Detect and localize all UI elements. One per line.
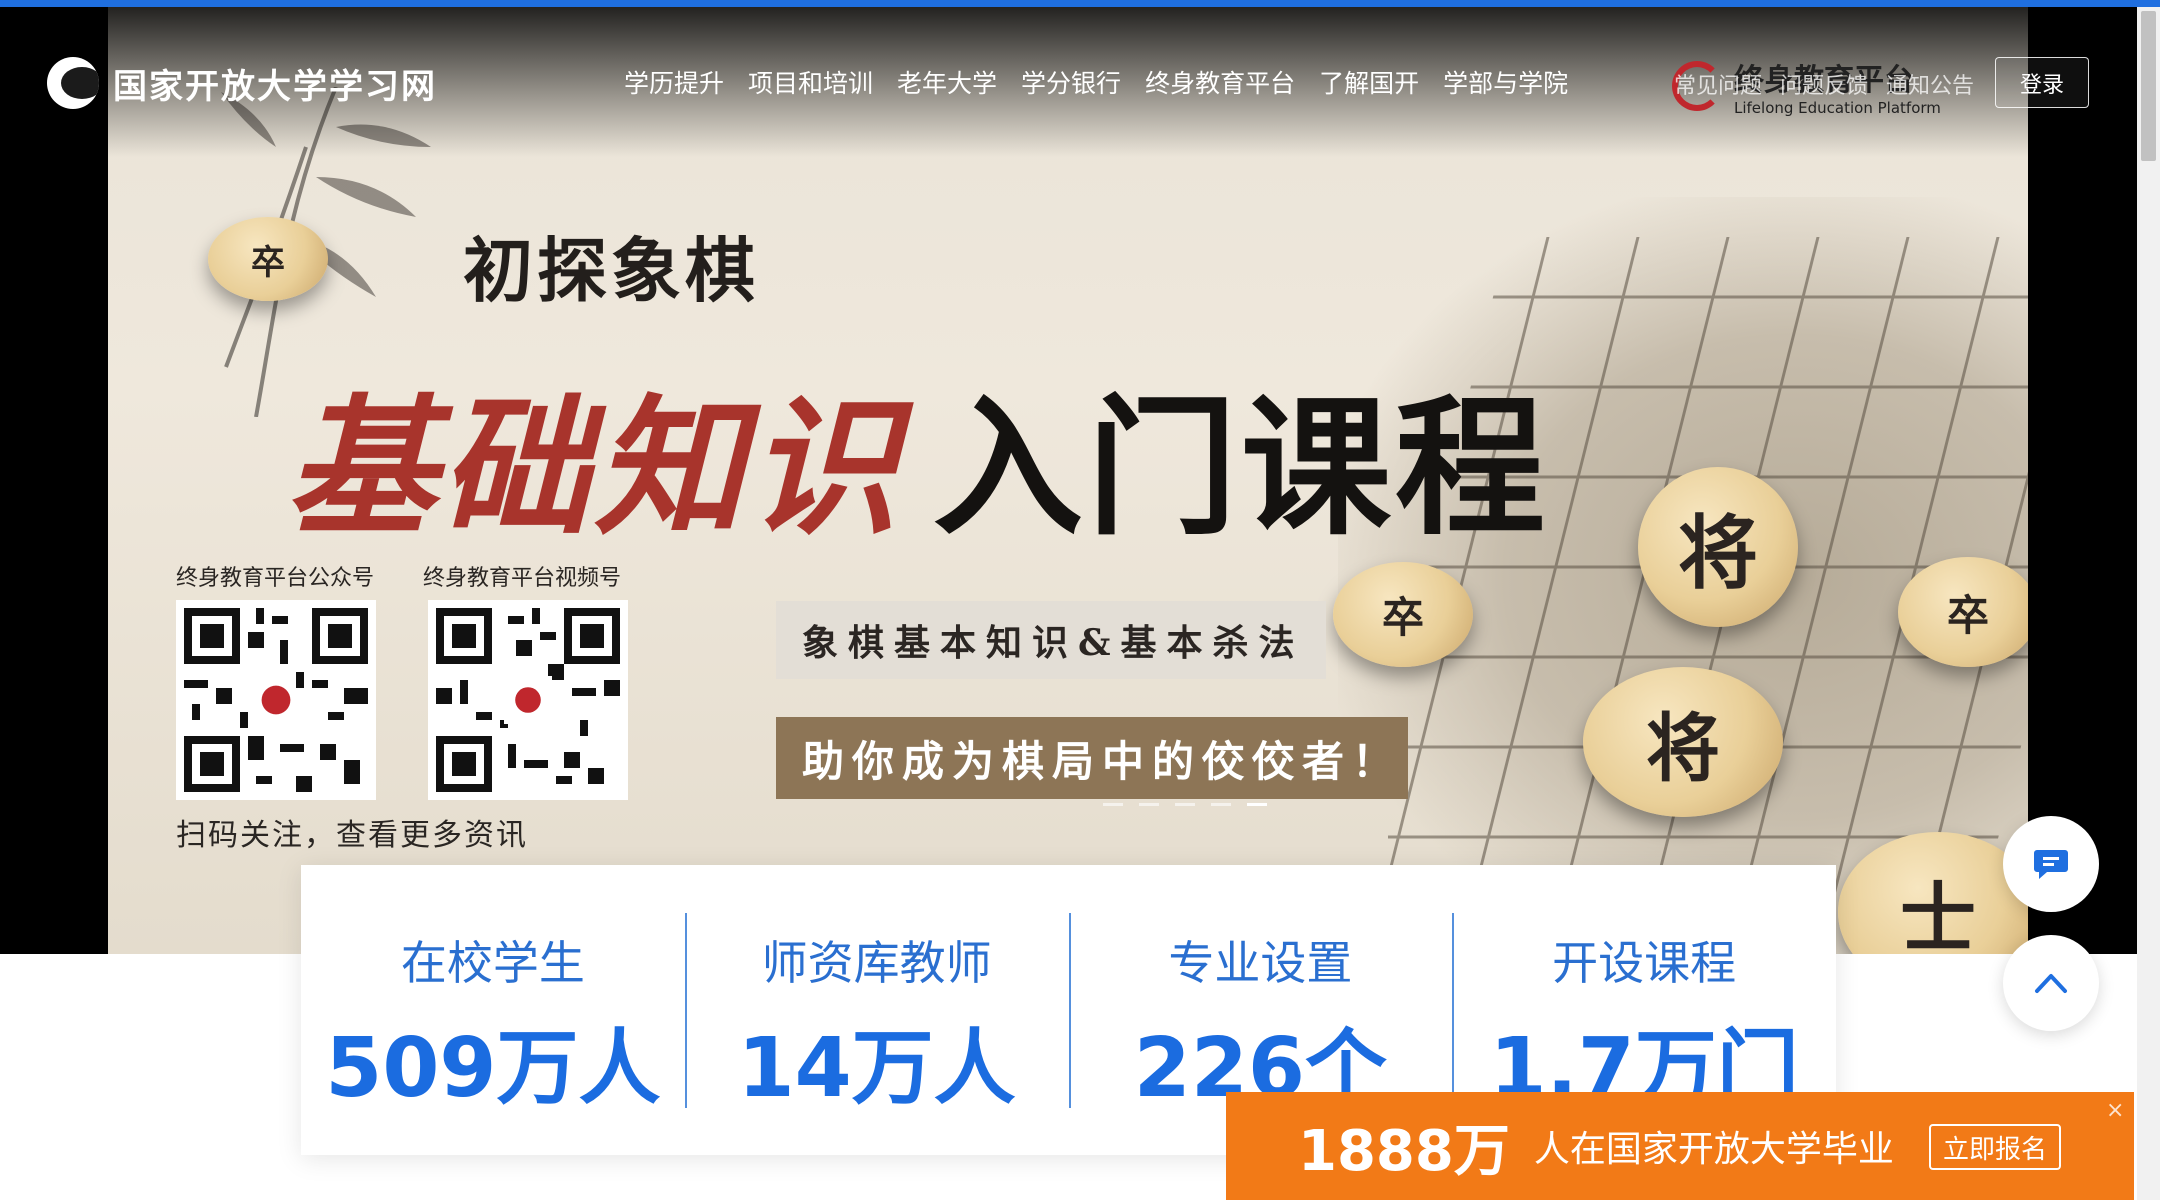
site-logo[interactable]: 国家开放大学学习网 <box>47 57 437 109</box>
chat-icon <box>2034 850 2068 879</box>
partner-name-en: Lifelong Education Platform <box>1734 99 1941 117</box>
top-accent-bar <box>0 0 2160 7</box>
link-notices[interactable]: 通知公告 <box>1886 68 1974 100</box>
chess-piece-top-left: 卒 <box>208 217 328 301</box>
nav-item-degree[interactable]: 学历提升 <box>624 64 724 100</box>
nav-item-about[interactable]: 了解国开 <box>1319 64 1419 100</box>
promo-text: 人在国家开放大学毕业 <box>1533 1129 1894 1170</box>
stat-label: 师资库教师 <box>761 936 992 990</box>
nav-item-projects[interactable]: 项目和培训 <box>748 64 873 100</box>
site-name: 国家开放大学学习网 <box>113 66 437 107</box>
wechat-qr-code <box>176 600 376 800</box>
stat-label: 专业设置 <box>1168 936 1353 990</box>
carousel-dot[interactable] <box>1139 803 1159 806</box>
nav-item-lifelong-platform[interactable]: 终身教育平台 <box>1145 64 1295 100</box>
qr-right-label: 终身教育平台视频号 <box>423 566 622 591</box>
nav-item-credit-bank[interactable]: 学分银行 <box>1021 64 1121 100</box>
chess-piece-general-top: 将 <box>1638 467 1798 627</box>
quick-links: 常见问题 问题反馈 通知公告 <box>1674 68 1974 100</box>
link-faq[interactable]: 常见问题 <box>1674 68 1762 100</box>
chat-button[interactable] <box>2003 816 2099 912</box>
stat-teachers: 师资库教师 14万人 <box>684 865 1069 1155</box>
hero-carousel[interactable]: 卒 将 将 卒 卒 士 初探象棋 基础知识 入门课程 终身教育平台公众号 终身教… <box>0 7 2160 954</box>
carousel-dot[interactable] <box>1175 803 1195 806</box>
chess-piece-right: 卒 <box>1898 557 2028 667</box>
carousel-dot-active[interactable] <box>1247 803 1267 806</box>
nav-item-senior-university[interactable]: 老年大学 <box>897 64 997 100</box>
carousel-dot[interactable] <box>1103 803 1123 806</box>
promo-number: 1888万 <box>1298 1118 1510 1184</box>
stat-label: 在校学生 <box>400 936 585 990</box>
nav-item-faculties[interactable]: 学部与学院 <box>1443 64 1568 100</box>
stat-value: 509万人 <box>325 1021 661 1116</box>
stat-value: 14万人 <box>737 1021 1016 1116</box>
qr-left-label: 终身教育平台公众号 <box>176 566 375 591</box>
banner-tag-primary: 象棋基本知识&基本杀法 <box>776 601 1326 679</box>
chess-piece-left: 卒 <box>1333 562 1473 667</box>
banner-subtitle: 初探象棋 <box>463 229 759 312</box>
enroll-button[interactable]: 立即报名 <box>1929 1124 2061 1170</box>
main-nav: 学历提升 项目和培训 老年大学 学分银行 终身教育平台 了解国开 学部与学院 <box>624 64 1568 100</box>
promo-bar: 1888万 人在国家开放大学毕业 立即报名 × <box>1226 1092 2134 1200</box>
qr-footer-text: 扫码关注，查看更多资讯 <box>176 818 528 853</box>
chevron-up-icon <box>2035 974 2067 993</box>
stat-students: 在校学生 509万人 <box>301 865 685 1155</box>
carousel-dot[interactable] <box>1211 803 1231 806</box>
page-scrollbar[interactable] <box>2137 7 2160 1200</box>
link-feedback[interactable]: 问题反馈 <box>1780 68 1868 100</box>
banner-headline-red: 基础知识 <box>286 380 903 556</box>
back-to-top-button[interactable] <box>2003 935 2099 1031</box>
carousel-indicators <box>1103 803 1267 806</box>
banner-headline-black: 入门课程 <box>933 380 1550 556</box>
login-button[interactable]: 登录 <box>1995 57 2089 108</box>
video-channel-qr-code <box>428 600 628 800</box>
scrollbar-thumb[interactable] <box>2141 11 2156 161</box>
stat-label: 开设课程 <box>1552 936 1737 990</box>
chess-piece-general-mid: 将 <box>1583 667 1783 817</box>
close-icon[interactable]: × <box>2106 1098 2124 1123</box>
banner-tag-secondary: 助你成为棋局中的佼佼者！ <box>776 717 1408 799</box>
banner-slide[interactable]: 卒 将 将 卒 卒 士 初探象棋 基础知识 入门课程 终身教育平台公众号 终身教… <box>108 7 2028 954</box>
university-logo-icon <box>47 57 99 109</box>
